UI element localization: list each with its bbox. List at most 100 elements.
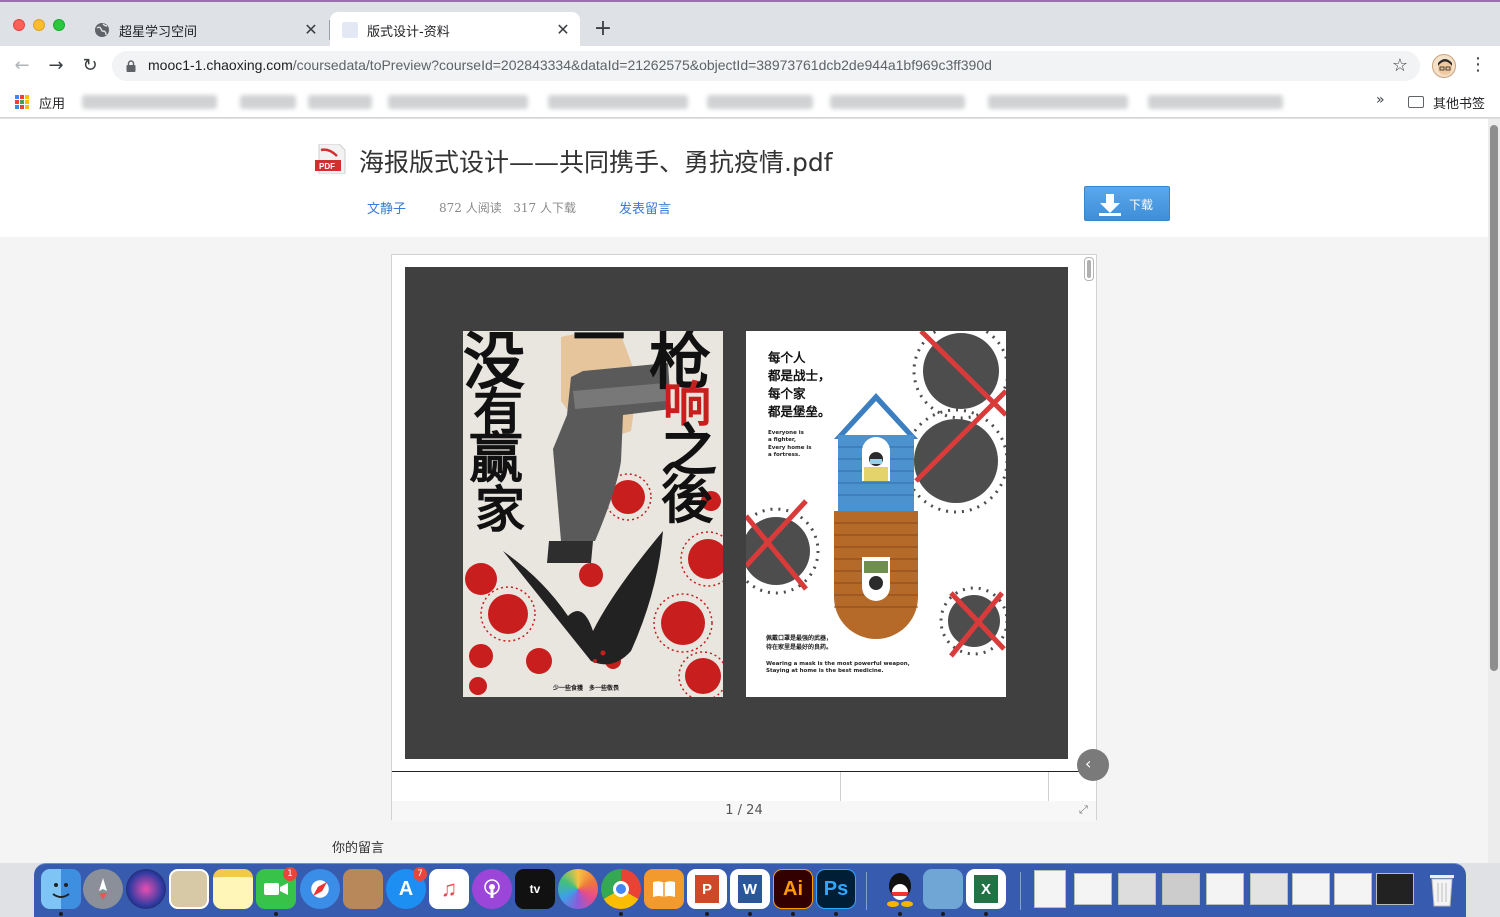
photoshop-icon[interactable]: Ps (816, 869, 856, 909)
apps-bookmark[interactable]: 应用 (39, 93, 65, 112)
safari-icon[interactable] (300, 869, 340, 909)
heading-line: 每个人 (768, 350, 806, 365)
post-comment-link[interactable]: 发表留言 (619, 198, 671, 217)
title-bar: 超星学习空间 ✕ 版式设计-资料 ✕ + (0, 0, 1500, 48)
document-title: 海报版式设计——共同携手、勇抗疫情.pdf (359, 148, 833, 177)
url-path: /coursedata/toPreview?courseId=202843334… (292, 57, 992, 73)
powerpoint-icon[interactable]: P (687, 869, 727, 909)
forward-button[interactable]: → (44, 54, 68, 78)
pdf-file-icon: PDF (315, 144, 346, 174)
dock-divider (1020, 872, 1021, 910)
bookmark-blurred[interactable] (1148, 95, 1283, 109)
music-icon[interactable]: ♫ (429, 869, 469, 909)
close-window-button[interactable] (13, 19, 25, 31)
tab-close-icon[interactable]: ✕ (303, 22, 319, 38)
folder-icon (1408, 96, 1424, 108)
qq-icon[interactable] (880, 869, 920, 909)
bookmark-blurred[interactable] (988, 95, 1128, 109)
viewer-scrollbar[interactable] (1084, 257, 1094, 281)
bookmark-blurred[interactable] (308, 95, 372, 109)
tab-close-icon[interactable]: ✕ (555, 22, 571, 38)
tab-layout-design[interactable]: 版式设计-资料 ✕ (330, 12, 580, 48)
chrome-icon[interactable] (601, 869, 641, 909)
poster-right-zh-footer: 佩戴口罩是最强的武器， 待在家里是最好的良药。 (766, 635, 832, 652)
dock-divider (866, 872, 867, 910)
tv-label: tv (529, 882, 541, 896)
tab-title: 超星学习空间 (119, 24, 198, 40)
other-bookmarks[interactable]: 其他书签 (1433, 93, 1485, 112)
next-page-preview (392, 771, 1096, 802)
tab-chaoxing-space[interactable]: 超星学习空间 ✕ (82, 12, 328, 48)
bookmark-blurred[interactable] (548, 95, 688, 109)
ppt-label: P (701, 880, 712, 898)
en-line: a fortress. (768, 452, 801, 459)
back-button[interactable]: ← (10, 54, 34, 78)
bookmark-blurred[interactable] (240, 95, 296, 109)
books-icon[interactable] (644, 869, 684, 909)
contacts-icon[interactable] (343, 869, 383, 909)
minimized-window[interactable] (1118, 873, 1156, 905)
word-label: W (742, 880, 758, 898)
minimized-window[interactable] (1376, 873, 1414, 905)
preview-icon[interactable] (169, 869, 209, 909)
bookmark-blurred[interactable] (388, 95, 528, 109)
document-stats: 872 人阅读 317 人下载 (439, 199, 576, 216)
heading-line: 每个家 (768, 386, 806, 402)
browser-toolbar: ← → ↻ mooc1-1.chaoxing.com/coursedata/to… (0, 46, 1500, 86)
minimized-window[interactable] (1334, 873, 1372, 905)
minimized-window[interactable] (1250, 873, 1288, 905)
page-indicator: 1 / 24 (392, 801, 1096, 821)
bookmark-blurred[interactable] (707, 95, 813, 109)
minimized-window[interactable] (1034, 870, 1066, 908)
minimized-window[interactable] (1292, 873, 1330, 905)
facetime-badge: 1 (283, 867, 297, 881)
chevron-left-icon[interactable]: ‹ (1077, 749, 1109, 781)
minimized-window[interactable] (1206, 873, 1244, 905)
page-scrollbar[interactable] (1488, 119, 1500, 863)
globe-icon (95, 23, 109, 37)
apps-grid-icon[interactable] (15, 95, 29, 109)
launchpad-icon[interactable] (83, 869, 123, 909)
svg-text:PDF: PDF (319, 162, 335, 171)
ps-label: Ps (823, 877, 849, 900)
excel-icon[interactable]: X (966, 869, 1006, 909)
minimized-window[interactable] (1074, 873, 1112, 905)
profile-avatar[interactable] (1432, 54, 1456, 78)
zh-line: 佩戴口罩是最强的武器， (766, 635, 833, 642)
photos-icon[interactable] (558, 869, 598, 909)
apple-tv-icon[interactable]: tv (515, 869, 555, 909)
image-capture-icon[interactable] (923, 869, 963, 909)
pdf-viewer[interactable]: 没 有 赢 家 一 枪 响 之 後 少一些食獲 多一些敬畏 每个人 都是战士， … (391, 254, 1097, 821)
appstore-glyph: A (398, 877, 414, 900)
fullscreen-icon[interactable]: ⤢ (1079, 804, 1091, 816)
reload-button[interactable]: ↻ (78, 54, 102, 78)
zh-line: 待在家里是最好的良药。 (766, 643, 833, 651)
siri-icon[interactable] (126, 869, 166, 909)
new-tab-button[interactable]: + (592, 18, 614, 41)
minimize-window-button[interactable] (33, 19, 45, 31)
notes-icon[interactable] (213, 869, 253, 909)
en-line: a fighter, (768, 437, 796, 444)
address-bar[interactable]: mooc1-1.chaoxing.com/coursedata/toPrevie… (112, 51, 1420, 81)
download-button[interactable]: 下载 (1084, 186, 1170, 221)
podcasts-icon[interactable] (472, 869, 512, 909)
excel-label: X (980, 880, 991, 898)
minimized-window[interactable] (1162, 873, 1200, 905)
url-text[interactable]: mooc1-1.chaoxing.com/coursedata/toPrevie… (148, 57, 992, 73)
author-link[interactable]: 文静子 (367, 198, 406, 217)
finder-icon[interactable] (41, 869, 81, 909)
word-icon[interactable]: W (730, 869, 770, 909)
trash-icon[interactable] (1422, 869, 1462, 909)
bookmark-star-icon[interactable]: ☆ (1392, 55, 1408, 76)
poster-right-heading: 每个人 都是战士， 每个家 都是堡垒。 (768, 349, 831, 422)
poster-right: 每个人 都是战士， 每个家 都是堡垒。 Everyone is a fighte… (746, 331, 1006, 697)
illustrator-icon[interactable]: Ai (773, 869, 813, 909)
browser-menu-button[interactable]: ⋮ (1468, 54, 1488, 78)
download-count: 317 (513, 201, 537, 215)
bookmark-blurred[interactable] (830, 95, 965, 109)
poster-left: 没 有 赢 家 一 枪 响 之 後 少一些食獲 多一些敬畏 (463, 331, 723, 697)
bookmarks-overflow-button[interactable]: » (1376, 92, 1385, 108)
bookmark-blurred[interactable] (82, 95, 217, 109)
zoom-window-button[interactable] (53, 19, 65, 31)
download-label: 人下载 (539, 201, 576, 215)
